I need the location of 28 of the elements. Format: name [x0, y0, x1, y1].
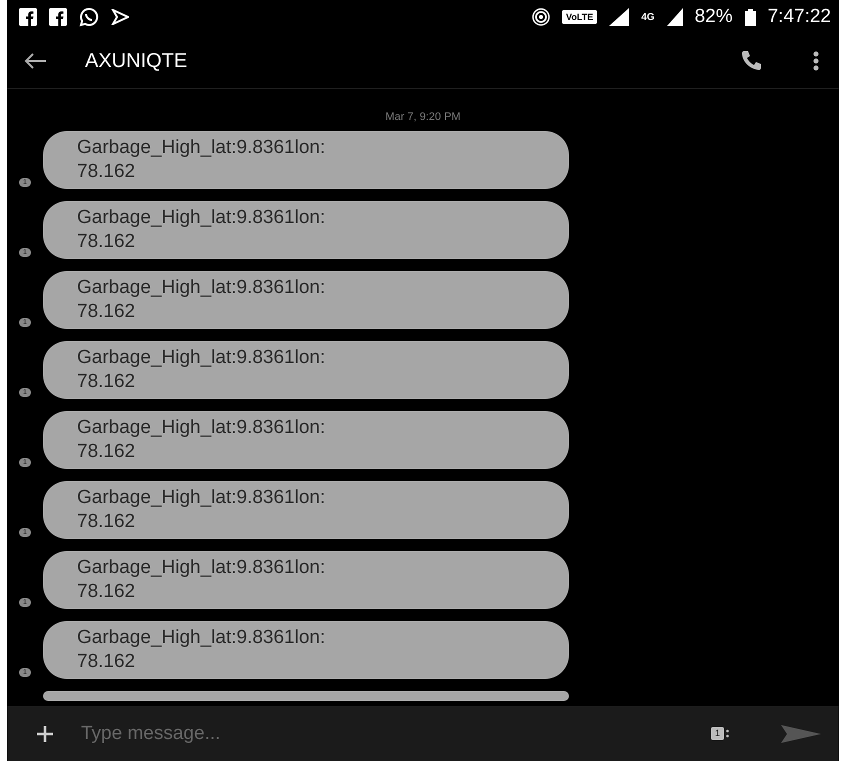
message-bubble: Garbage_High_lat:9.8361lon: 78.162: [43, 271, 569, 329]
message-bubble: Garbage_High_lat:9.8361lon: 78.162: [43, 341, 569, 399]
facebook-icon: [19, 8, 37, 26]
play-icon: [111, 9, 129, 25]
more-options-icon[interactable]: [813, 51, 819, 71]
battery-icon: [744, 8, 756, 26]
battery-level: 82%: [694, 6, 733, 28]
message-bubble: Garbage_High_lat:9.8361lon: 78.162: [43, 201, 569, 259]
network-type: 4G: [641, 12, 655, 22]
message-bubble: Garbage_High_lat:9.8361lon: 78.162: [43, 551, 569, 609]
signal-icon: [609, 8, 630, 26]
add-icon[interactable]: [35, 724, 55, 744]
back-arrow-icon[interactable]: [23, 52, 47, 70]
hotspot-icon: [532, 8, 550, 26]
volte-badge: VoLTE: [562, 10, 598, 24]
contact-title: AXUNIQTE: [85, 50, 188, 72]
message-bubble: Garbage_High_lat:9.8361lon: 78.162: [43, 131, 569, 189]
message-bubble: Garbage_High_lat:9.8361lon: 78.162: [43, 481, 569, 539]
compose-bar[interactable]: Type message... 1: [7, 706, 839, 761]
dots-icon: [726, 729, 729, 738]
clock: 7:47:22: [768, 6, 831, 28]
chat-bubble-icon: [79, 7, 99, 27]
signal-icon: [666, 8, 683, 26]
message-bubble: Garbage_High_lat:9.8361lon: 78.162: [43, 411, 569, 469]
facebook-icon: [49, 8, 67, 26]
message-bubble: Garbage_High_lat:9.8361lon: 78.162: [43, 621, 569, 679]
message-date: Mar 7, 9:20 PM: [384, 110, 462, 125]
phone-icon[interactable]: [739, 49, 763, 73]
